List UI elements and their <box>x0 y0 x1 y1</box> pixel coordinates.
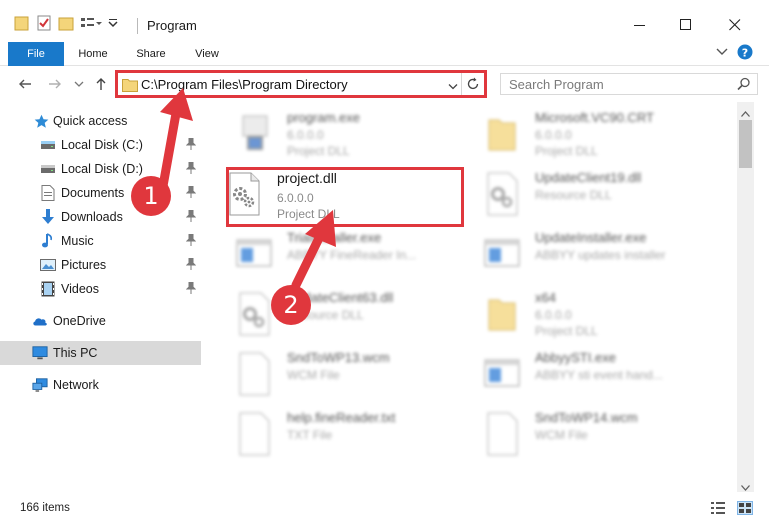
annotation-badge-2: 2 <box>271 285 311 325</box>
annotation-arrow-1 <box>158 88 193 191</box>
annotation-badge-1: 1 <box>131 176 171 216</box>
annotation-arrows <box>158 88 336 290</box>
annotation-arrow-2 <box>291 210 336 290</box>
